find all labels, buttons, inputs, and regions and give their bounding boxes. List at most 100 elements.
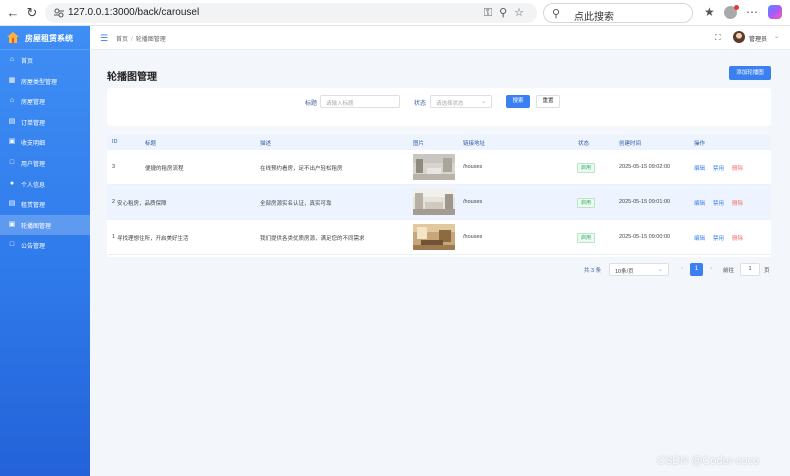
chevron-down-icon: ⌄ xyxy=(480,99,486,105)
sidebar-item-house-types[interactable]: ▦ 房屋类型管理 xyxy=(0,71,90,92)
user-name[interactable]: 管理员 xyxy=(749,34,767,43)
address-bar[interactable]: 127.0.0.1:3000/back/carousel ⚿⚲☆ xyxy=(45,3,537,23)
sidebar-item-users[interactable]: □ 用户管理 xyxy=(0,153,90,174)
file-icon: ▤ xyxy=(8,200,16,208)
goto-page-input[interactable]: 1 xyxy=(740,263,760,276)
cell-description: 我们提供各类优质房源，满足您的不同需求 xyxy=(260,236,365,242)
avatar[interactable] xyxy=(733,31,745,43)
carousel-thumbnail xyxy=(413,189,455,215)
cell-title: 寻找理想住所，开启美好生活 xyxy=(117,236,189,242)
delete-button[interactable]: 删除 xyxy=(732,199,743,207)
column-header: ID xyxy=(112,139,118,145)
main-content: 轮播图管理 添加轮播图 标题 请输入标题 状态 请选择状态 ⌄ 搜索 重置 ID… xyxy=(90,50,790,476)
column-header: 图片 xyxy=(413,141,425,147)
sidebar: 房屋租赁系统 ⌂ 首页 ▦ 房屋类型管理 ⌂ 房屋管理 ▤ 订单管理 ▣ 收支明细 □ 用户… xyxy=(0,26,90,476)
sidebar-item-carousel[interactable]: ▣ 轮播图管理 xyxy=(0,214,90,236)
column-header: 描述 xyxy=(260,141,272,147)
app-logo: 房屋租赁系统 xyxy=(0,26,90,50)
profile-avatar-icon[interactable] xyxy=(724,5,739,19)
sidebar-item-houses[interactable]: ⌂ 房屋管理 xyxy=(0,91,90,112)
favorites-icon[interactable]: ★ xyxy=(704,5,715,19)
cell-id: 1 xyxy=(112,234,116,240)
sidebar-item-label: 房屋类型管理 xyxy=(21,79,58,86)
search-button[interactable]: 搜索 xyxy=(506,95,530,108)
page-size-value: 10条/页 xyxy=(615,269,634,275)
add-carousel-button[interactable]: 添加轮播图 xyxy=(729,66,771,80)
table-row: 1 寻找理想住所，开启美好生活 我们提供各类优质房源，满足您的不同需求 /hou… xyxy=(107,220,771,255)
sidebar-item-orders[interactable]: ▤ 订单管理 xyxy=(0,112,90,133)
sidebar-item-notices[interactable]: □ 公告管理 xyxy=(0,235,90,256)
edit-button[interactable]: 编辑 xyxy=(694,199,705,207)
sidebar-item-home[interactable]: ⌂ 首页 xyxy=(0,50,90,71)
status-filter-select[interactable]: 请选择状态 ⌄ xyxy=(430,95,492,108)
cell-link: /houses xyxy=(463,234,483,240)
sidebar-item-label: 首页 xyxy=(21,59,34,65)
disable-button[interactable]: 禁用 xyxy=(713,164,724,172)
chat-icon: □ xyxy=(9,158,15,166)
sidebar-item-profile[interactable]: ● 个人信息 xyxy=(0,174,90,195)
menu-toggle-icon[interactable]: ☰ xyxy=(100,33,108,44)
sidebar-item-label: 轮播图管理 xyxy=(21,223,52,230)
page-size-select[interactable]: 10条/页 ⌄ xyxy=(609,263,669,276)
grid-icon: ▦ xyxy=(8,76,16,84)
chevron-down-icon: ⌄ xyxy=(657,267,663,273)
image-icon: ▣ xyxy=(8,220,16,228)
pagination-total: 共 3 条 xyxy=(584,268,602,274)
bookmark-star-icon[interactable]: ☆ xyxy=(514,7,531,19)
column-header: 状态 xyxy=(578,141,590,147)
delete-button[interactable]: 删除 xyxy=(732,164,743,172)
reload-icon[interactable]: ↻ xyxy=(24,5,40,21)
edit-button[interactable]: 编辑 xyxy=(694,234,705,242)
column-header: 链接地址 xyxy=(463,141,486,147)
carousel-thumbnail xyxy=(413,224,455,250)
edit-button[interactable]: 编辑 xyxy=(694,164,705,172)
breadcrumb-current: 轮播图管理 xyxy=(135,37,166,43)
notice-icon: □ xyxy=(9,241,15,249)
cell-created-at: 2025-05-15 09:00:00 xyxy=(619,234,671,240)
browser-search-box[interactable]: ⚲ 点此搜索 xyxy=(543,3,693,23)
column-header: 操作 xyxy=(694,141,706,147)
prev-page-button[interactable]: ‹ xyxy=(676,263,688,276)
browser-toolbar: ← ↻ 127.0.0.1:3000/back/carousel ⚿⚲☆ ⚲ 点… xyxy=(0,0,790,26)
table-row: 3 便捷的租房流程 在线预约看房，足不出户轻松租房 /houses 启用 202… xyxy=(107,150,771,185)
disable-button[interactable]: 禁用 xyxy=(713,199,724,207)
sidebar-item-finance[interactable]: ▣ 收支明细 xyxy=(0,132,90,153)
zoom-icon[interactable]: ⚲ xyxy=(499,7,514,19)
house-logo-icon xyxy=(7,32,19,43)
page-number-current[interactable]: 1 xyxy=(690,263,703,276)
disable-button[interactable]: 禁用 xyxy=(713,234,724,242)
breadcrumb-home[interactable]: 首页 xyxy=(116,37,128,43)
cell-link: /houses xyxy=(463,199,483,205)
back-arrow-icon[interactable]: ← xyxy=(5,5,21,21)
fullscreen-icon[interactable]: ⛶ xyxy=(715,33,721,43)
browser-search-placeholder: 点此搜索 xyxy=(574,12,614,23)
user-icon: ● xyxy=(9,179,15,187)
search-icon: ⚲ xyxy=(552,8,561,20)
cell-description: 在线预约看房，足不出户轻松租房 xyxy=(260,166,343,172)
delete-button[interactable]: 删除 xyxy=(732,234,743,242)
sidebar-item-label: 租赁管理 xyxy=(21,203,46,210)
chevron-down-icon[interactable]: ⌄ xyxy=(774,33,779,40)
copilot-icon[interactable] xyxy=(768,5,782,19)
reset-button[interactable]: 重置 xyxy=(536,95,560,108)
status-badge: 启用 xyxy=(577,198,596,208)
cell-link: /houses xyxy=(463,164,483,170)
title-filter-placeholder: 请输入标题 xyxy=(326,101,354,107)
sidebar-item-label: 订单管理 xyxy=(21,120,46,127)
sidebar-item-label: 公告管理 xyxy=(21,244,46,251)
app-header: ☰ 首页 / 轮播图管理 ⛶ 管理员 ⌄ xyxy=(90,26,790,50)
title-filter-input[interactable]: 请输入标题 xyxy=(320,95,400,108)
carousel-thumbnail xyxy=(413,154,455,180)
key-icon[interactable]: ⚿ xyxy=(484,7,499,19)
more-menu-icon[interactable]: ⋯ xyxy=(746,5,758,19)
next-page-button[interactable]: › xyxy=(705,263,717,276)
cell-created-at: 2025-05-15 09:01:00 xyxy=(619,199,671,205)
filter-form: 标题 请输入标题 状态 请选择状态 ⌄ 搜索 重置 xyxy=(107,88,771,126)
status-badge: 启用 xyxy=(577,163,596,173)
sidebar-item-leases[interactable]: ▤ 租赁管理 xyxy=(0,194,90,215)
sidebar-menu: ⌂ 首页 ▦ 房屋类型管理 ⌂ 房屋管理 ▤ 订单管理 ▣ 收支明细 □ 用户管理 ● 个人信… xyxy=(0,50,90,256)
cell-id: 2 xyxy=(112,199,116,205)
cell-created-at: 2025-05-15 09:02:00 xyxy=(619,164,671,170)
site-info-icon[interactable] xyxy=(53,7,65,19)
cell-title: 便捷的租房流程 xyxy=(145,166,184,172)
